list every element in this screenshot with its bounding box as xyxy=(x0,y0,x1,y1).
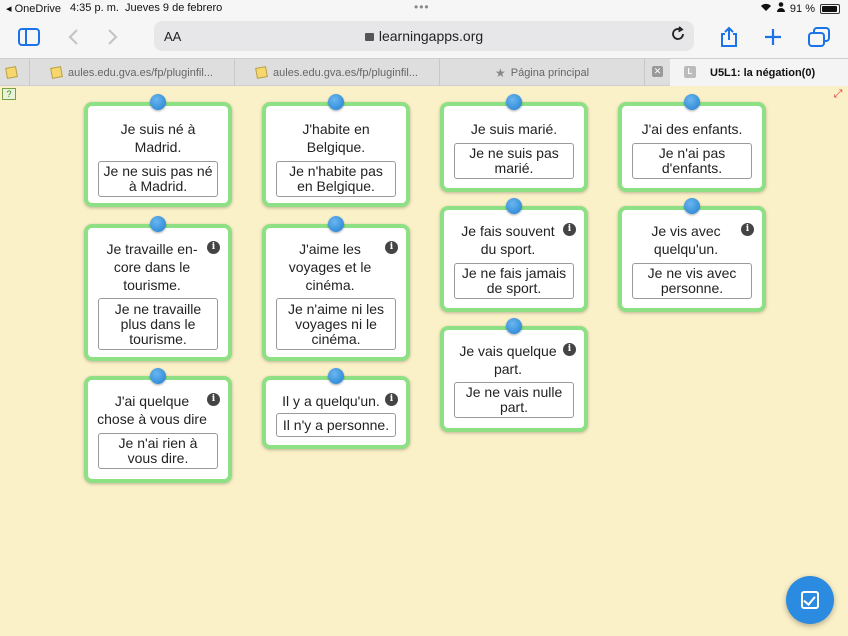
pin-icon[interactable] xyxy=(328,368,344,384)
back-arrow-icon[interactable] xyxy=(60,24,86,50)
card-answer[interactable]: Je ne suis pas né à Madrid. xyxy=(98,161,218,197)
pair-card[interactable]: i J'aime les voyages et le cinéma. Je n'… xyxy=(262,216,410,361)
pin-icon[interactable] xyxy=(150,368,166,384)
pin-icon[interactable] xyxy=(684,94,700,110)
tab-pagina-principal[interactable]: ★ Página principal xyxy=(440,59,645,86)
info-icon[interactable]: i xyxy=(385,241,398,254)
card-answer[interactable]: Je ne suis pas marié. xyxy=(454,143,574,179)
tab-label: U5L1: la négation(0) xyxy=(710,66,816,79)
card-question: J'ai des enfants. xyxy=(641,121,743,137)
url-text: learningapps.org xyxy=(378,28,484,44)
tab-label: Página principal xyxy=(510,66,590,79)
pencil-icon xyxy=(50,66,63,79)
reload-icon[interactable] xyxy=(670,26,686,47)
battery-percent: 91 % xyxy=(789,2,815,15)
browser-toolbar: AA learningapps.org xyxy=(0,18,848,56)
back-to-app-link[interactable]: ◂ OneDrive xyxy=(6,2,61,15)
tab-aules-2[interactable]: aules.edu.gva.es/fp/pluginfil... xyxy=(235,59,440,86)
info-icon[interactable]: i xyxy=(741,223,754,236)
pair-card[interactable]: J'ai des enfants. Je n'ai pas d'enfants. xyxy=(618,94,766,192)
tabs-overview-icon[interactable] xyxy=(806,24,832,50)
status-date: Jueves 9 de febrero xyxy=(125,2,223,14)
star-icon: ★ xyxy=(494,65,506,80)
pin-icon[interactable] xyxy=(150,94,166,110)
pair-card[interactable]: i Je vais quelque part. Je ne vais nulle… xyxy=(440,318,588,432)
learningapps-favicon-icon: L xyxy=(684,66,696,78)
pencil-icon xyxy=(5,66,18,79)
tab-bar: aules.edu.gva.es/fp/pluginfil... aules.e… xyxy=(0,58,848,86)
card-answer[interactable]: Je ne fais jamais de sport. xyxy=(454,263,574,299)
plus-icon[interactable] xyxy=(760,24,786,50)
check-answers-icon xyxy=(801,591,819,609)
pair-card[interactable]: i Il y a quelqu'un. Il n'y a personne. xyxy=(262,368,410,449)
pair-card[interactable]: Je suis né à Madrid. Je ne suis pas né à… xyxy=(84,94,232,207)
share-icon[interactable] xyxy=(716,24,742,50)
status-right: 91 % xyxy=(760,2,840,15)
card-answer[interactable]: Je ne travaille plus dans le tourisme. xyxy=(98,298,218,350)
pair-card[interactable]: i Je travaille en-core dans le tourisme.… xyxy=(84,216,232,361)
pin-icon[interactable] xyxy=(506,198,522,214)
multitasking-dots-icon[interactable]: ••• xyxy=(414,0,430,14)
card-answer[interactable]: Je n'ai rien à vous dire. xyxy=(98,433,218,469)
url-display: learningapps.org xyxy=(154,28,694,44)
sidebar-icon[interactable] xyxy=(16,24,42,50)
forward-arrow-icon[interactable] xyxy=(100,24,126,50)
close-tab-icon[interactable]: ✕ xyxy=(652,66,663,77)
card-answer[interactable]: Je ne vais nulle part. xyxy=(454,382,574,418)
card-question: J'habite en Belgique. xyxy=(302,121,370,155)
card-question: Je suis marié. xyxy=(470,121,558,137)
tab-label: aules.edu.gva.es/fp/pluginfil... xyxy=(68,66,213,79)
check-answers-button[interactable] xyxy=(786,576,834,624)
pin-icon[interactable] xyxy=(150,216,166,232)
app-canvas: ? ⤢ Je suis né à Madrid. Je ne suis pas … xyxy=(0,86,848,636)
info-icon[interactable]: i xyxy=(563,223,576,236)
tab-learningapps-active[interactable]: L U5L1: la négation(0) xyxy=(670,59,848,86)
pair-card[interactable]: i Je fais souvent du sport. Je ne fais j… xyxy=(440,198,588,312)
pin-icon[interactable] xyxy=(506,94,522,110)
battery-icon xyxy=(820,3,840,14)
card-answer[interactable]: Je n'habite pas en Belgique. xyxy=(276,161,396,197)
pin-icon[interactable] xyxy=(684,198,700,214)
address-bar[interactable]: AA learningapps.org xyxy=(154,21,694,51)
tab-label: aules.edu.gva.es/fp/pluginfil... xyxy=(273,66,418,79)
tab-aules-1[interactable]: aules.edu.gva.es/fp/pluginfil... xyxy=(30,59,235,86)
card-answer[interactable]: Je n'ai pas d'enfants. xyxy=(632,143,752,179)
info-icon[interactable]: i xyxy=(207,393,220,406)
card-answer[interactable]: Je n'aime ni les voyages ni le cinéma. xyxy=(276,298,396,350)
tab-pinned[interactable] xyxy=(0,59,30,86)
pair-card[interactable]: i J'ai quelque chose à vous dire Je n'ai… xyxy=(84,368,232,483)
wifi-icon xyxy=(760,2,772,15)
status-bar: ◂ OneDrive 4:35 p. m. Jueves 9 de febrer… xyxy=(0,0,848,18)
person-icon xyxy=(776,2,785,15)
pencil-icon xyxy=(255,66,268,79)
info-icon[interactable]: i xyxy=(207,241,220,254)
card-question: Je suis né à Madrid. xyxy=(120,121,196,155)
pin-icon[interactable] xyxy=(328,94,344,110)
help-icon[interactable]: ? xyxy=(2,88,16,100)
pair-card[interactable]: i Je vis avec quelqu'un. Je ne vis avec … xyxy=(618,198,766,312)
pair-card[interactable]: Je suis marié. Je ne suis pas marié. xyxy=(440,94,588,192)
info-icon[interactable]: i xyxy=(385,393,398,406)
pin-icon[interactable] xyxy=(328,216,344,232)
lock-icon xyxy=(364,33,374,41)
info-icon[interactable]: i xyxy=(563,343,576,356)
card-answer[interactable]: Je ne vis avec personne. xyxy=(632,263,752,299)
pair-card[interactable]: J'habite en Belgique. Je n'habite pas en… xyxy=(262,94,410,207)
status-time: 4:35 p. m. xyxy=(70,2,119,14)
pin-icon[interactable] xyxy=(506,318,522,334)
fullscreen-icon[interactable]: ⤢ xyxy=(832,88,844,100)
card-answer[interactable]: Il n'y a personne. xyxy=(276,413,396,437)
